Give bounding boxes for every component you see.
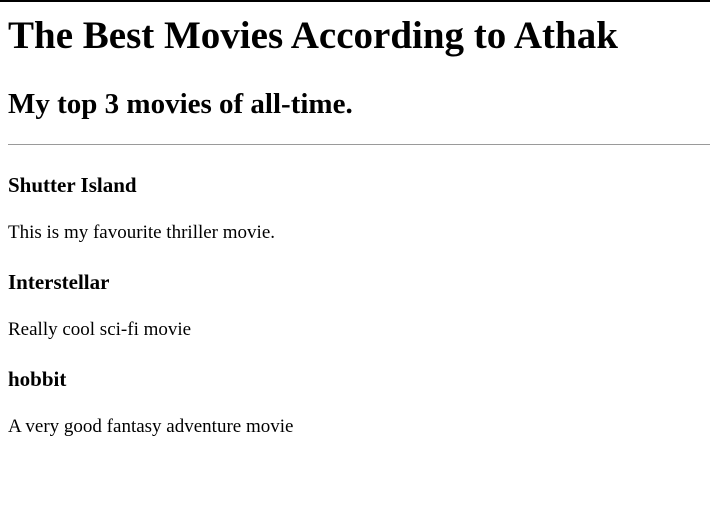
movie-title-shutter-island: Shutter Island: [8, 173, 137, 197]
movie-description-interstellar: Really cool sci-fi movie: [8, 319, 192, 340]
movie-title-interstellar: Interstellar: [8, 270, 110, 294]
page-title: The Best Movies According to Athak: [8, 14, 618, 57]
page-subtitle: My top 3 movies of all-time.: [8, 88, 353, 120]
section-divider: [8, 144, 710, 145]
movie-title-hobbit: hobbit: [8, 367, 67, 391]
movie-description-hobbit: A very good fantasy adventure movie: [8, 416, 294, 437]
movie-description-shutter-island: This is my favourite thriller movie.: [8, 222, 276, 243]
